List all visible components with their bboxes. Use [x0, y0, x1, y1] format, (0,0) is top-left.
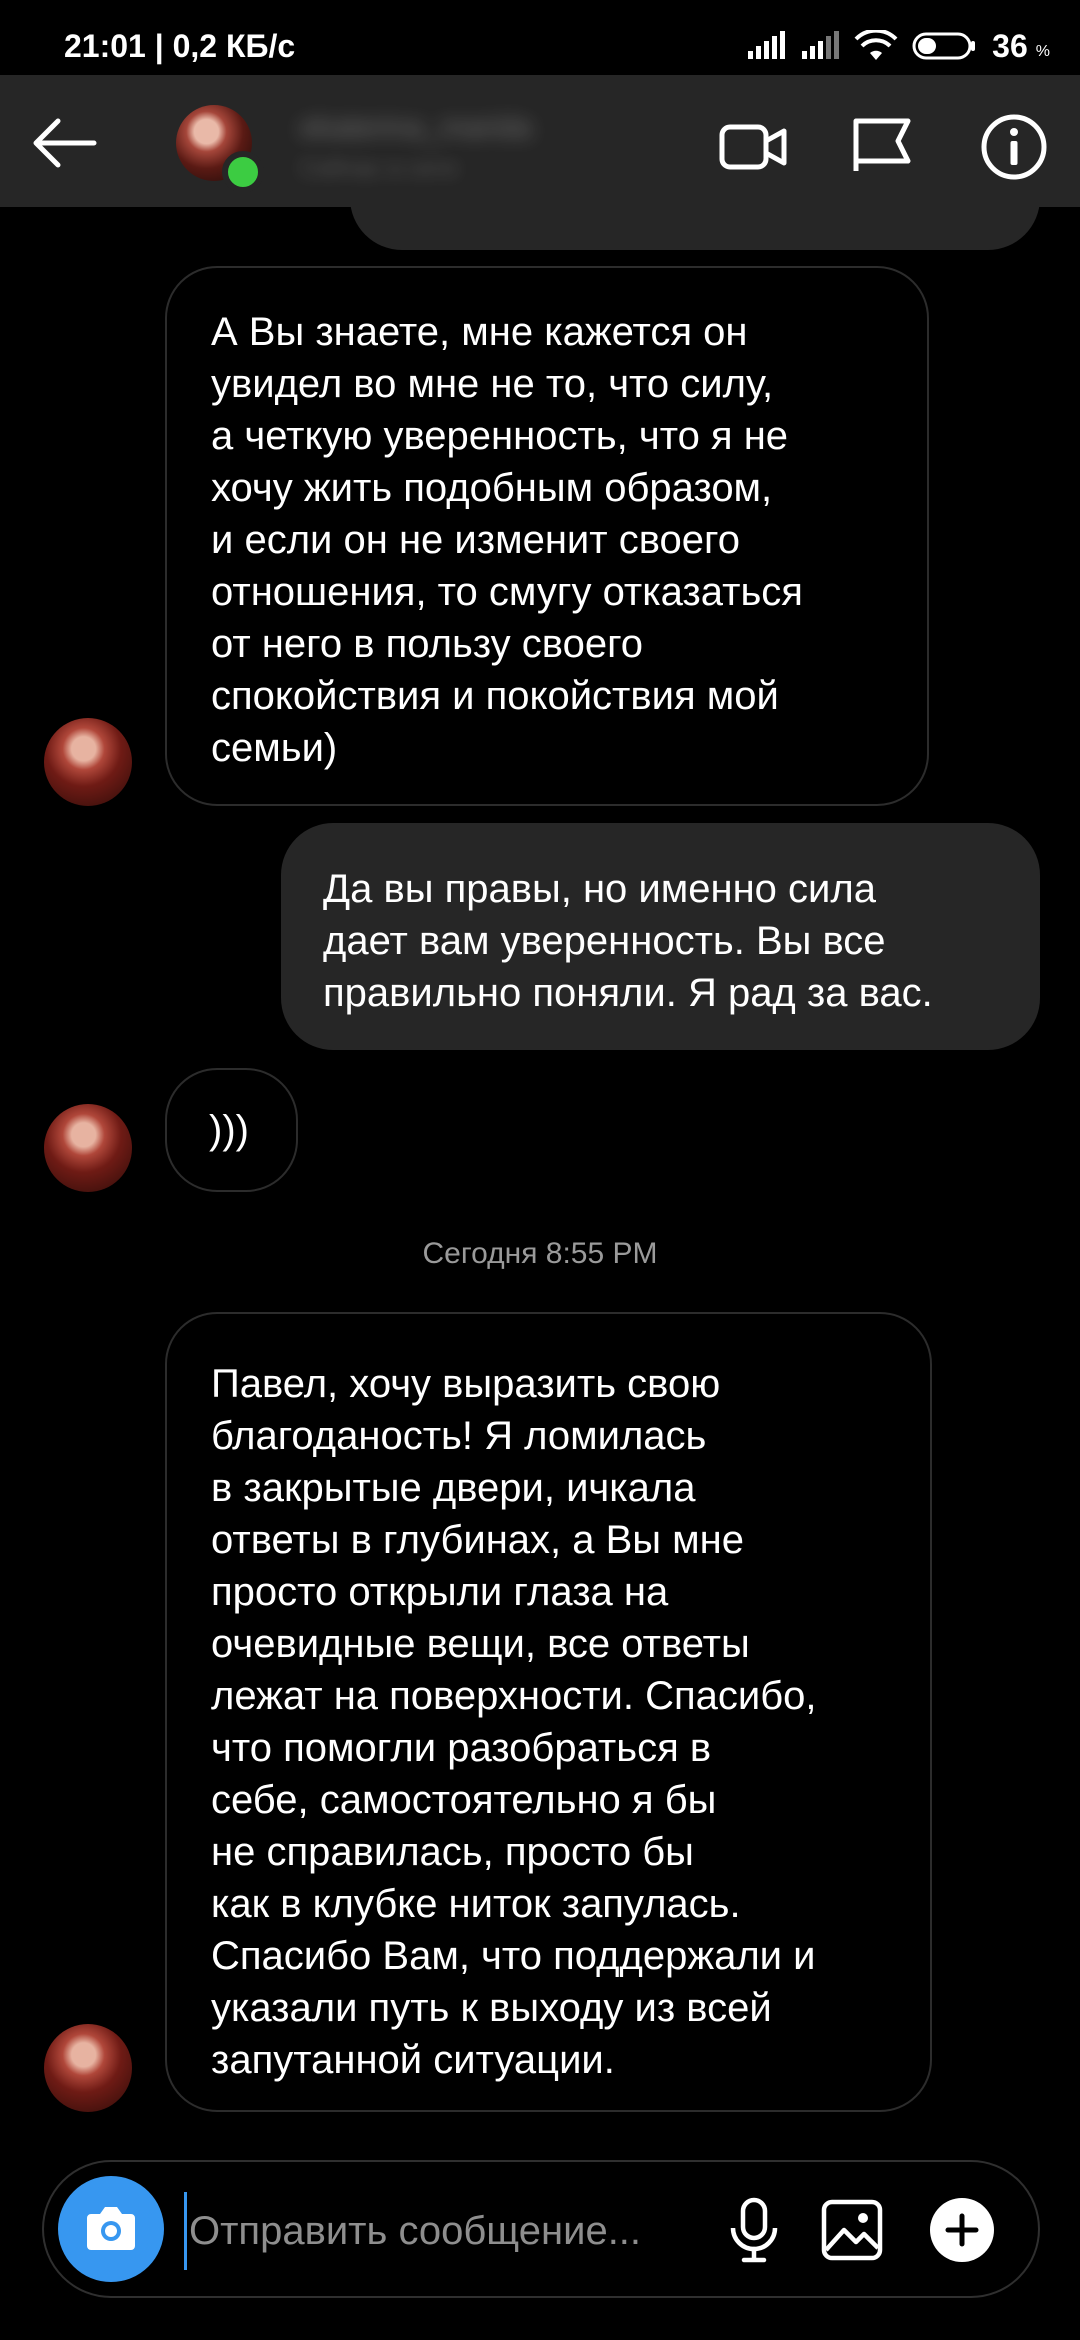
avatar[interactable] [44, 2024, 132, 2112]
camera-icon [87, 2207, 135, 2250]
message-bubble[interactable]: А Вы знаете, мне кажется он увидел во мн… [165, 266, 929, 806]
message-bubble[interactable]: ))) [165, 1068, 298, 1192]
chat-header: ekaterina_marida Сейчас в сети [0, 75, 1080, 207]
flag-button[interactable] [842, 107, 922, 187]
message-input[interactable] [184, 2192, 751, 2270]
contact-name[interactable]: ekaterina_marida [300, 111, 600, 147]
microphone-icon [730, 2197, 778, 2263]
voice-message-button[interactable] [716, 2192, 792, 2268]
message-bubble[interactable]: Павел, хочу выразить свою благоданость! … [165, 1312, 932, 2112]
add-button[interactable] [924, 2192, 1000, 2268]
info-icon [981, 114, 1047, 180]
back-button[interactable] [28, 111, 100, 175]
gallery-button[interactable] [814, 2192, 890, 2268]
video-call-button[interactable] [714, 107, 794, 187]
contact-status: Сейчас в сети [300, 155, 457, 182]
date-separator: Сегодня 8:55 PM [422, 1237, 658, 1270]
gallery-icon [821, 2199, 883, 2261]
message-bubble[interactable]: Да вы правы, но именно сила дает вам уве… [281, 823, 1040, 1050]
online-status-dot [222, 151, 264, 193]
back-arrow-icon [33, 118, 97, 168]
avatar[interactable] [44, 718, 132, 806]
profile-avatar[interactable] [176, 105, 264, 193]
flag-icon [853, 118, 911, 171]
camera-button[interactable] [58, 2176, 164, 2282]
message-composer [42, 2160, 1040, 2298]
info-button[interactable] [974, 107, 1054, 187]
plus-circle-icon [930, 2198, 994, 2262]
message-thread[interactable]: А Вы знаете, мне кажется он увидел во мн… [0, 0, 1080, 2340]
video-camera-icon [719, 124, 787, 170]
avatar[interactable] [44, 1104, 132, 1192]
